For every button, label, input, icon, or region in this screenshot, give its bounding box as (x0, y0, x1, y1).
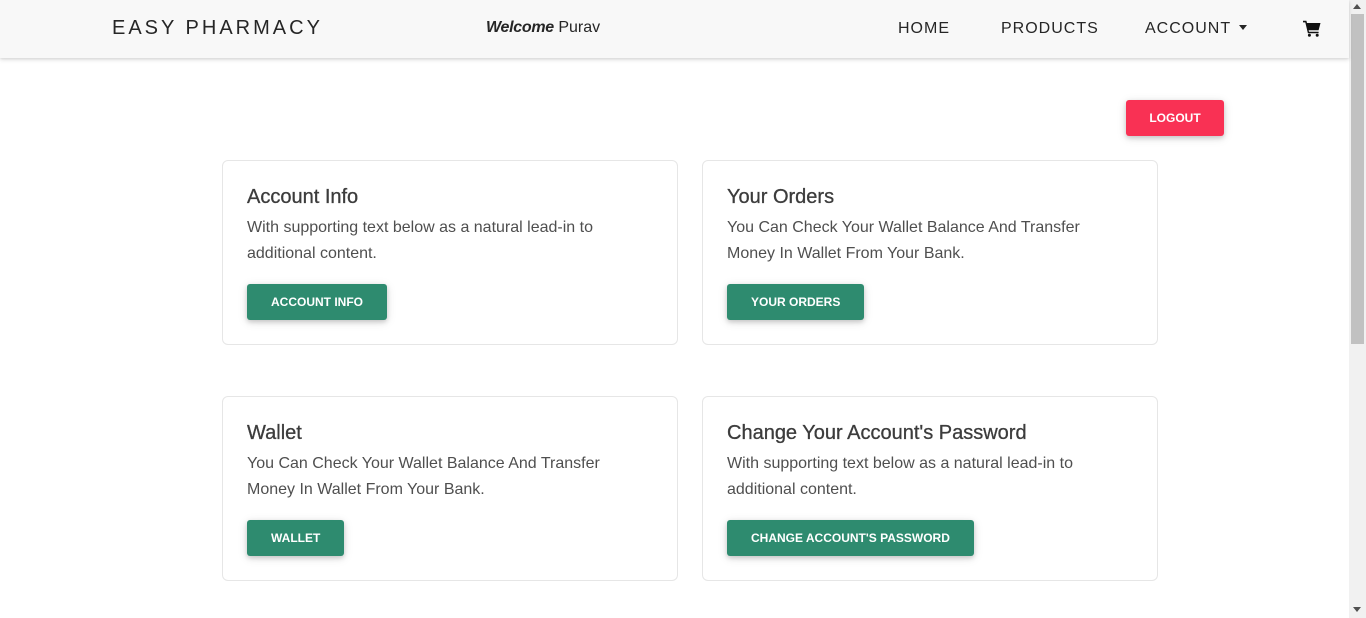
your-orders-card: Your Orders You Can Check Your Wallet Ba… (702, 160, 1158, 345)
logout-button[interactable]: LOGOUT (1126, 100, 1224, 136)
change-password-card: Change Your Account's Password With supp… (702, 396, 1158, 581)
scrollbar-thumb[interactable] (1351, 14, 1364, 344)
card-title: Account Info (247, 186, 359, 208)
scroll-down-arrow-icon[interactable] (1353, 607, 1361, 612)
card-text: You Can Check Your Wallet Balance And Tr… (727, 219, 1080, 262)
card-title: Change Your Account's Password (727, 422, 1027, 444)
nav-home-link[interactable]: HOME (898, 20, 950, 38)
shopping-cart-icon[interactable] (1303, 20, 1321, 37)
wallet-button[interactable]: WALLET (247, 520, 345, 556)
vertical-scrollbar[interactable] (1349, 0, 1366, 618)
card-text: You Can Check Your Wallet Balance And Tr… (247, 455, 600, 498)
scroll-up-arrow-icon[interactable] (1353, 4, 1361, 9)
nav-account-label: ACCOUNT (1145, 20, 1232, 37)
user-name: Purav (558, 19, 601, 36)
account-info-card: Account Info With supporting text below … (222, 160, 678, 345)
card-text: With supporting text below as a natural … (727, 455, 1073, 498)
nav-products-link[interactable]: PRODUCTS (1001, 20, 1099, 38)
card-title: Your Orders (727, 186, 835, 208)
your-orders-button[interactable]: YOUR ORDERS (727, 284, 865, 320)
card-text: With supporting text below as a natural … (247, 219, 593, 262)
welcome-prefix: Welcome (486, 19, 554, 36)
nav-account-dropdown[interactable]: ACCOUNT (1145, 20, 1248, 38)
wallet-card: Wallet You Can Check Your Wallet Balance… (222, 396, 678, 581)
account-info-button[interactable]: ACCOUNT INFO (247, 284, 387, 320)
top-navbar: EASY PHARMACY Welcome Purav HOME PRODUCT… (0, 0, 1349, 58)
brand-logo-text[interactable]: EASY PHARMACY (112, 17, 323, 40)
change-password-button[interactable]: CHANGE ACCOUNT'S PASSWORD (727, 520, 974, 556)
welcome-message: Welcome Purav (486, 19, 600, 37)
card-title: Wallet (247, 422, 302, 444)
caret-down-icon (1239, 25, 1248, 30)
